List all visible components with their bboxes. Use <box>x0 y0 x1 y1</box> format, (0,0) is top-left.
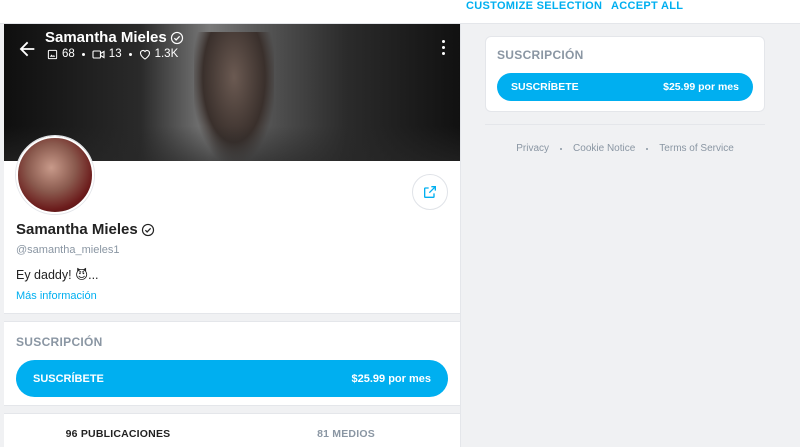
stat-separator <box>128 52 132 56</box>
section-divider <box>4 405 460 414</box>
subscribe-button[interactable]: SUSCRÍBETE $25.99 por mes <box>16 360 448 397</box>
accept-all-button[interactable]: ACCEPT ALL <box>611 0 683 12</box>
subscribe-price: $25.99 por mes <box>351 372 432 385</box>
profile-bio: Ey daddy! 😈... <box>16 268 99 282</box>
likes-stat: 1.3K <box>139 48 179 60</box>
footer-divider <box>485 124 765 125</box>
profile-handle: @samantha_mieles1 <box>16 244 120 256</box>
subscription-title: SUSCRIPCIÓN <box>497 48 584 62</box>
section-divider <box>4 313 460 322</box>
cover-stats: 68 13 1.3K <box>47 48 178 60</box>
profile-column: Samantha Mieles 68 13 1.3K Samantha Miel… <box>4 24 461 447</box>
more-info-link[interactable]: Más información <box>16 290 97 302</box>
tab-media[interactable]: 81 MEDIOS <box>232 419 460 447</box>
profile-name: Samantha Mieles <box>16 221 155 238</box>
back-arrow-icon[interactable] <box>16 38 38 60</box>
share-button[interactable] <box>412 174 448 210</box>
photos-count: 68 <box>62 48 75 60</box>
terms-link[interactable]: Terms of Service <box>659 143 733 154</box>
cookie-banner: CUSTOMIZE SELECTION ACCEPT ALL <box>0 0 800 24</box>
heart-icon <box>139 49 150 60</box>
profile-name-text: Samantha Mieles <box>16 221 138 238</box>
footer-links: Privacy Cookie Notice Terms of Service <box>485 143 765 154</box>
avatar[interactable] <box>16 136 94 214</box>
subscribe-label: SUSCRÍBETE <box>511 81 579 93</box>
likes-count: 1.3K <box>154 48 179 60</box>
subscription-title: SUSCRIPCIÓN <box>16 335 103 349</box>
verified-icon <box>170 31 183 44</box>
footer-separator <box>646 147 649 150</box>
content-tabs: 96 PUBLICACIONES 81 MEDIOS <box>4 419 460 447</box>
cover-name: Samantha Mieles <box>45 29 184 46</box>
subscription-card: SUSCRIPCIÓN SUSCRÍBETE $25.99 por mes <box>485 36 765 112</box>
subscribe-button[interactable]: SUSCRÍBETE $25.99 por mes <box>497 73 753 101</box>
video-icon <box>92 49 105 59</box>
tab-posts[interactable]: 96 PUBLICACIONES <box>4 419 232 447</box>
footer-separator <box>560 147 563 150</box>
image-icon <box>47 49 58 59</box>
more-options-icon[interactable] <box>434 38 452 60</box>
customize-selection-button[interactable]: CUSTOMIZE SELECTION <box>466 0 602 12</box>
cover-name-text: Samantha Mieles <box>45 29 167 46</box>
videos-stat: 13 <box>92 48 122 60</box>
share-icon <box>424 186 436 198</box>
subscribe-price: $25.99 por mes <box>663 81 739 93</box>
cookie-notice-link[interactable]: Cookie Notice <box>573 143 635 154</box>
privacy-link[interactable]: Privacy <box>516 143 549 154</box>
photos-stat: 68 <box>47 48 75 60</box>
subscribe-label: SUSCRÍBETE <box>33 372 104 385</box>
videos-count: 13 <box>108 48 122 60</box>
stat-separator <box>81 52 85 56</box>
verified-icon <box>141 223 154 236</box>
